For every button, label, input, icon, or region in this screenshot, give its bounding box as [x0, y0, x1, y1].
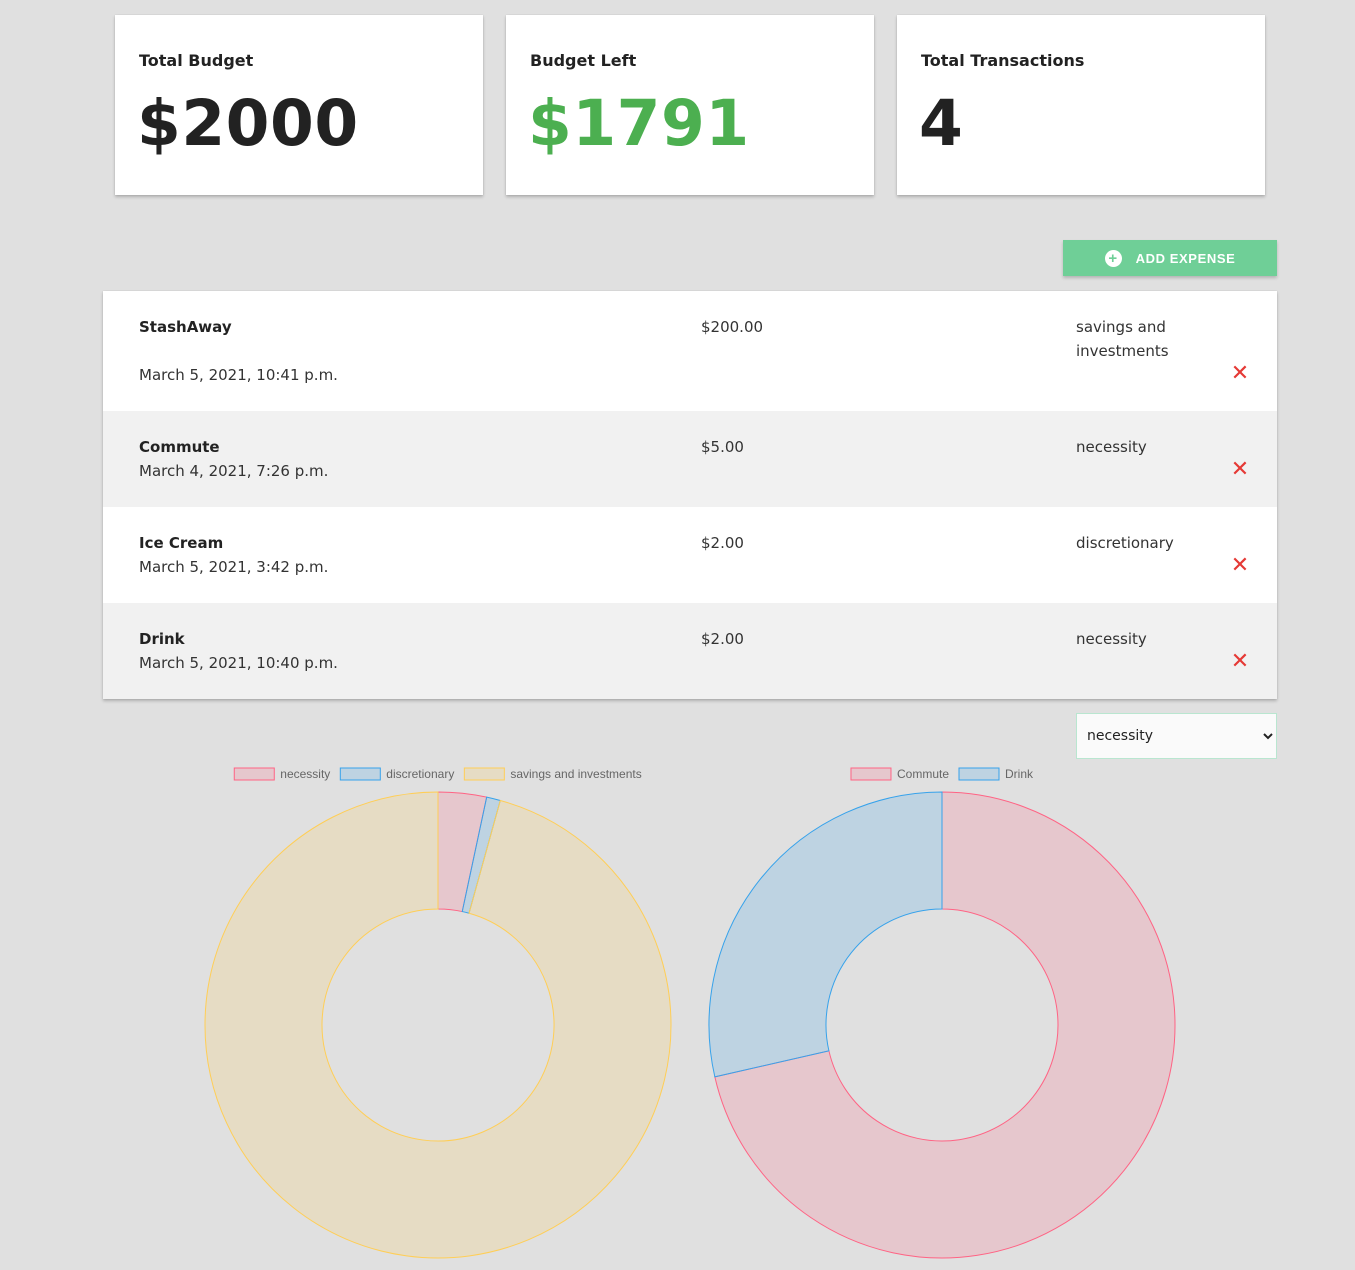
legend-swatch [958, 767, 1000, 781]
total-budget-value: $2000 [137, 87, 359, 160]
category-detail-chart: Commute Drink [708, 767, 1176, 1259]
total-transactions-value: 4 [919, 87, 964, 160]
close-icon: ✕ [1230, 361, 1250, 386]
expense-name: Ice Cream [139, 534, 224, 552]
add-expense-button[interactable]: + ADD EXPENSE [1063, 240, 1277, 276]
delete-expense-button[interactable]: ✕ [1229, 555, 1251, 577]
legend-swatch [463, 767, 505, 781]
plus-circle-icon: + [1104, 249, 1122, 267]
legend-item[interactable]: necessity [233, 767, 330, 781]
category-select[interactable]: necessity [1077, 714, 1276, 758]
expense-amount: $200.00 [701, 318, 764, 336]
expense-category: savings and investments [1076, 318, 1169, 360]
expense-amount: $2.00 [701, 534, 744, 552]
category-filter[interactable]: necessity [1076, 713, 1277, 759]
budget-left-value: $1791 [528, 87, 750, 160]
legend-label: Drink [1005, 767, 1034, 781]
expense-date: March 5, 2021, 10:40 p.m. [139, 654, 338, 672]
total-budget-label: Total Budget [139, 51, 254, 70]
expense-amount: $2.00 [701, 630, 744, 648]
legend-item[interactable]: discretionary [339, 767, 454, 781]
total-transactions-card: Total Transactions 4 [897, 15, 1265, 195]
expense-category: discretionary [1076, 534, 1174, 552]
legend-label: savings and investments [510, 767, 641, 781]
total-transactions-label: Total Transactions [921, 51, 1085, 70]
close-icon: ✕ [1230, 649, 1250, 674]
delete-expense-button[interactable]: ✕ [1229, 651, 1251, 673]
expense-date: March 5, 2021, 3:42 p.m. [139, 558, 329, 576]
expense-row: Ice Cream March 5, 2021, 3:42 p.m. $2.00… [103, 507, 1277, 603]
expense-list: StashAway March 5, 2021, 10:41 p.m. $200… [103, 291, 1277, 699]
legend-label: discretionary [386, 767, 454, 781]
expense-row: Commute March 4, 2021, 7:26 p.m. $5.00 n… [103, 411, 1277, 507]
legend-swatch [339, 767, 381, 781]
category-breakdown-chart: necessity discretionary savings and invest… [204, 767, 672, 1259]
legend-label: Commute [897, 767, 949, 781]
legend-item[interactable]: Drink [958, 767, 1034, 781]
expense-date: March 4, 2021, 7:26 p.m. [139, 462, 329, 480]
close-icon: ✕ [1230, 457, 1250, 482]
close-icon: ✕ [1230, 553, 1250, 578]
doughnut-slice[interactable] [708, 791, 943, 1078]
legend-item[interactable]: savings and investments [463, 767, 642, 781]
delete-expense-button[interactable]: ✕ [1229, 363, 1251, 385]
expense-row: Drink March 5, 2021, 10:40 p.m. $2.00 ne… [103, 603, 1277, 699]
expense-amount: $5.00 [701, 438, 744, 456]
delete-expense-button[interactable]: ✕ [1229, 459, 1251, 481]
expense-category: necessity [1076, 630, 1147, 648]
doughnut-slice[interactable] [204, 791, 672, 1259]
total-budget-card: Total Budget $2000 [115, 15, 483, 195]
legend-swatch [850, 767, 892, 781]
budget-left-card: Budget Left $1791 [506, 15, 874, 195]
expense-category: necessity [1076, 438, 1147, 456]
expense-name: Commute [139, 438, 220, 456]
expense-row: StashAway March 5, 2021, 10:41 p.m. $200… [103, 291, 1277, 411]
expense-name: Drink [139, 630, 185, 648]
expense-date: March 5, 2021, 10:41 p.m. [139, 366, 338, 384]
add-expense-label: ADD EXPENSE [1135, 250, 1236, 266]
expense-name: StashAway [139, 318, 232, 336]
legend-label: necessity [280, 767, 330, 781]
legend-swatch [233, 767, 275, 781]
budget-left-label: Budget Left [530, 51, 637, 70]
legend-item[interactable]: Commute [850, 767, 949, 781]
